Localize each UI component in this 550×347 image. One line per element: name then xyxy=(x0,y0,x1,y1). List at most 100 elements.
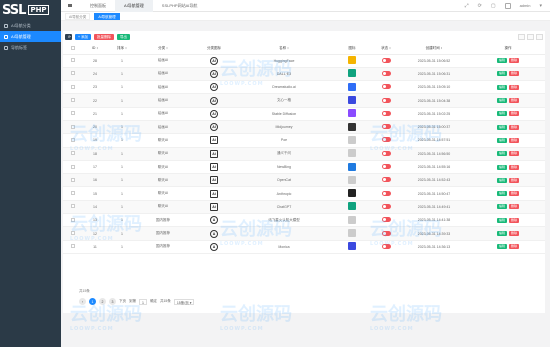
page-number-input[interactable]: 1 xyxy=(139,298,147,305)
breadcrumb-item[interactable]: AI导航分类 xyxy=(65,12,91,20)
menu-toggle-icon[interactable] xyxy=(68,4,72,7)
export-icon[interactable] xyxy=(536,34,543,40)
edit-button[interactable]: 编辑 xyxy=(496,177,507,183)
logo-cell xyxy=(329,200,375,215)
row-checkbox[interactable] xyxy=(71,98,75,103)
sidebar-item[interactable]: 导航标签 xyxy=(0,42,61,53)
status-cell xyxy=(375,54,397,68)
page-number-button[interactable]: 2 xyxy=(99,298,106,305)
refresh-icon[interactable]: ⟳ xyxy=(478,3,482,9)
status-toggle[interactable] xyxy=(381,217,391,223)
row-checkbox[interactable] xyxy=(71,84,75,89)
column-header[interactable]: ID ↕ xyxy=(83,43,107,55)
top-tab[interactable]: SSLPHP网站AI导航 xyxy=(153,0,207,12)
status-toggle[interactable] xyxy=(381,70,391,76)
next-page-link[interactable]: 下页 xyxy=(119,299,126,304)
status-toggle[interactable] xyxy=(381,110,391,116)
delete-button[interactable]: 删除 xyxy=(509,231,520,236)
delete-button[interactable]: 删除 xyxy=(509,137,520,143)
delete-button[interactable]: 删除 xyxy=(509,58,520,64)
row-checkbox[interactable] xyxy=(71,124,75,129)
status-toggle[interactable] xyxy=(381,230,391,236)
status-toggle[interactable] xyxy=(381,203,391,209)
status-toggle[interactable] xyxy=(381,164,391,170)
status-toggle[interactable] xyxy=(381,84,391,90)
delete-button[interactable]: 删除 xyxy=(509,111,520,117)
column-header[interactable]: 分类 ↕ xyxy=(137,43,189,55)
goto-button[interactable]: 确定 xyxy=(150,299,157,304)
username[interactable]: admin xyxy=(520,3,531,8)
status-toggle[interactable] xyxy=(381,124,391,130)
select-all-checkbox[interactable] xyxy=(71,45,75,50)
row-checkbox[interactable] xyxy=(71,111,75,116)
row-checkbox[interactable] xyxy=(71,71,75,76)
edit-button[interactable]: 编辑 xyxy=(496,231,507,236)
delete-button[interactable]: 删除 xyxy=(509,177,520,183)
column-header[interactable]: 创建时间 ↕ xyxy=(397,43,471,55)
status-toggle[interactable] xyxy=(381,97,391,103)
edit-button[interactable]: 编辑 xyxy=(496,191,507,197)
column-header[interactable]: 名称 ↕ xyxy=(239,43,329,55)
prev-page-button[interactable]: ‹ xyxy=(79,298,86,305)
column-header[interactable]: 状态 ↕ xyxy=(375,43,397,55)
edit-button[interactable]: 编辑 xyxy=(496,151,507,157)
delete-button[interactable]: 删除 xyxy=(509,244,520,250)
edit-button[interactable]: 编辑 xyxy=(496,84,507,90)
top-tab[interactable]: 控制面板 xyxy=(81,0,115,12)
delete-button[interactable]: 删除 xyxy=(509,71,520,77)
delete-button[interactable]: 删除 xyxy=(509,84,520,90)
page-number-button[interactable]: 3 xyxy=(109,298,116,305)
logo-cell xyxy=(329,173,375,188)
sidebar-item[interactable]: AI导航管理 xyxy=(0,31,61,42)
column-header[interactable]: 排序 ↕ xyxy=(107,43,137,55)
status-toggle[interactable] xyxy=(381,190,391,196)
top-tab[interactable]: AI导航管理 xyxy=(115,0,153,12)
delete-button[interactable]: 删除 xyxy=(509,191,520,197)
avatar[interactable] xyxy=(504,2,511,9)
delete-button[interactable]: 删除 xyxy=(509,204,520,210)
row-checkbox[interactable] xyxy=(71,204,75,209)
status-toggle[interactable] xyxy=(381,177,391,183)
fullscreen-icon[interactable]: ⤢ xyxy=(465,3,469,9)
edit-button[interactable]: 编辑 xyxy=(496,164,507,170)
row-checkbox[interactable] xyxy=(71,217,75,222)
add-button[interactable]: + 添加 xyxy=(75,34,92,40)
row-checkbox[interactable] xyxy=(71,191,75,196)
edit-button[interactable]: 编辑 xyxy=(496,217,507,223)
edit-button[interactable]: 编辑 xyxy=(496,124,507,130)
batch-delete-button[interactable]: 批量删除 xyxy=(94,34,115,40)
edit-button[interactable]: 编辑 xyxy=(496,244,507,250)
export-button[interactable]: 导出 xyxy=(117,34,131,40)
row-checkbox[interactable] xyxy=(71,164,75,169)
edit-button[interactable]: 编辑 xyxy=(496,137,507,143)
status-toggle[interactable] xyxy=(381,243,391,249)
clear-icon[interactable]: ▢ xyxy=(491,3,496,9)
status-toggle[interactable] xyxy=(381,150,391,156)
edit-button[interactable]: 编辑 xyxy=(496,98,507,104)
refresh-button[interactable]: ⟳ xyxy=(65,34,72,40)
sidebar-item[interactable]: AI导航分类 xyxy=(0,20,61,31)
delete-button[interactable]: 删除 xyxy=(509,217,520,223)
delete-button[interactable]: 删除 xyxy=(509,164,520,170)
chevron-down-icon[interactable]: ▾ xyxy=(539,3,542,9)
print-icon[interactable] xyxy=(527,34,534,40)
columns-icon[interactable] xyxy=(518,34,525,40)
row-checkbox[interactable] xyxy=(71,137,75,142)
row-checkbox[interactable] xyxy=(71,58,75,63)
delete-button[interactable]: 删除 xyxy=(509,151,520,157)
status-toggle[interactable] xyxy=(381,57,391,63)
row-checkbox[interactable] xyxy=(71,231,75,235)
breadcrumb-item[interactable]: AI导航管理 xyxy=(94,12,120,20)
delete-button[interactable]: 删除 xyxy=(509,124,520,130)
edit-button[interactable]: 编辑 xyxy=(496,58,507,64)
row-checkbox[interactable] xyxy=(71,244,75,249)
edit-button[interactable]: 编辑 xyxy=(496,71,507,77)
edit-button[interactable]: 编辑 xyxy=(496,204,507,210)
status-toggle[interactable] xyxy=(381,137,391,143)
row-checkbox[interactable] xyxy=(71,151,75,156)
row-checkbox[interactable] xyxy=(71,177,75,182)
edit-button[interactable]: 编辑 xyxy=(496,111,507,117)
page-number-button[interactable]: 1 xyxy=(89,298,96,305)
page-size-select[interactable]: 15条/页 ▾ xyxy=(173,298,195,305)
delete-button[interactable]: 删除 xyxy=(509,98,520,104)
